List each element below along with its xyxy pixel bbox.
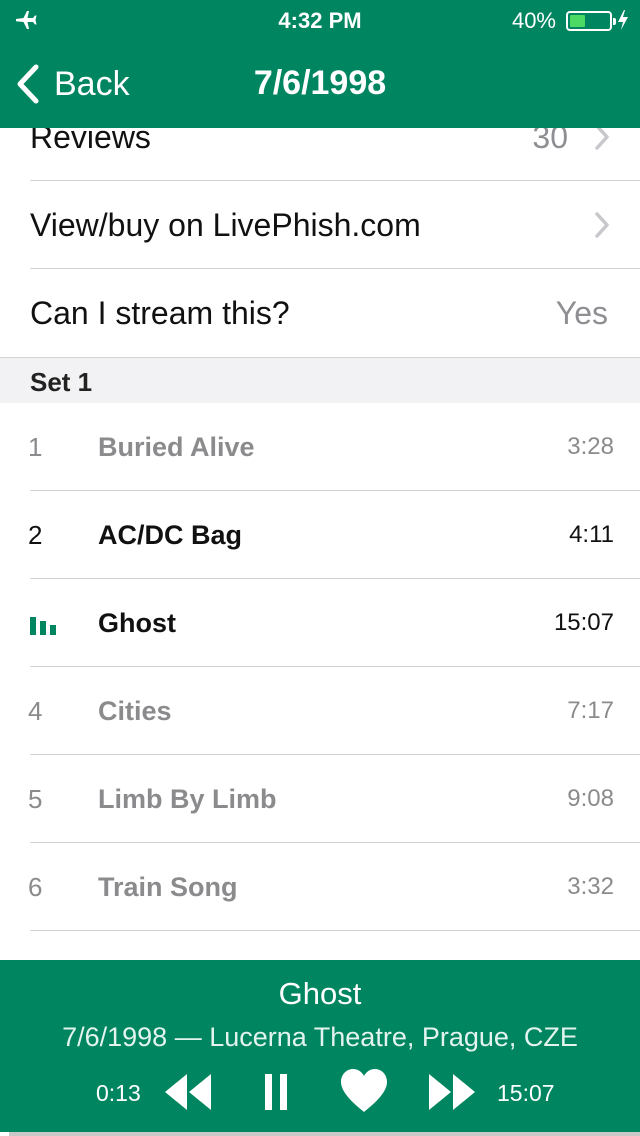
fast-forward-icon	[429, 1074, 475, 1110]
stream-value: Yes	[555, 295, 608, 331]
livephish-row[interactable]: View/buy on LivePhish.com	[0, 181, 640, 269]
track-number: 6	[28, 872, 43, 902]
track-duration: 9:08	[567, 785, 614, 812]
track-number: 1	[28, 432, 43, 462]
track-number: 4	[28, 696, 43, 726]
charging-bolt-icon	[618, 10, 628, 30]
chevron-right-icon	[595, 128, 609, 150]
track-name: Cities	[98, 696, 172, 726]
track-row[interactable]: 1 Buried Alive 3:28	[0, 403, 640, 491]
track-duration: 7:17	[567, 697, 614, 724]
rewind-button[interactable]	[163, 1072, 213, 1112]
track-duration: 15:07	[553, 609, 614, 636]
rewind-icon	[165, 1074, 211, 1110]
reviews-row[interactable]: Reviews 30	[0, 128, 640, 181]
total-time: 15:07	[497, 1080, 555, 1106]
stream-label: Can I stream this?	[30, 295, 290, 331]
track-row-playing[interactable]: Ghost 15:07	[0, 579, 640, 667]
track-name: Train Song	[98, 872, 238, 902]
livephish-label: View/buy on LivePhish.com	[30, 207, 421, 243]
fast-forward-button[interactable]	[427, 1072, 477, 1112]
track-number: 5	[28, 784, 43, 814]
navigation-bar: Back 7/6/1998	[0, 40, 640, 128]
playback-progress-bar[interactable]	[0, 1132, 640, 1136]
track-row[interactable]: 5 Limb By Limb 9:08	[0, 755, 640, 843]
track-name: Ghost	[98, 608, 176, 638]
battery-icon	[566, 11, 616, 31]
chevron-left-icon	[17, 64, 39, 104]
stream-row: Can I stream this? Yes	[0, 269, 640, 357]
back-label: Back	[54, 64, 130, 103]
set-title: Set 1	[30, 367, 93, 397]
track-row[interactable]: 2 AC/DC Bag 4:11	[0, 491, 640, 579]
track-duration: 3:28	[567, 433, 614, 460]
track-name: Buried Alive	[98, 432, 255, 462]
elapsed-time: 0:13	[96, 1080, 141, 1106]
track-name: AC/DC Bag	[98, 520, 243, 550]
pause-icon	[265, 1074, 287, 1110]
track-duration: 4:11	[569, 521, 614, 548]
track-duration: 3:32	[567, 873, 614, 900]
back-button[interactable]: Back	[14, 62, 130, 106]
reviews-label: Reviews	[30, 128, 151, 155]
heart-icon	[341, 1069, 387, 1112]
now-playing-equalizer-icon	[30, 617, 56, 635]
now-playing-bar[interactable]: Ghost 7/6/1998 — Lucerna Theatre, Prague…	[0, 960, 640, 1136]
reviews-count: 30	[532, 128, 568, 155]
now-playing-subtitle: 7/6/1998 — Lucerna Theatre, Prague, CZE	[62, 1022, 578, 1052]
top-bar: 4:32 PM 40% Back 7/6/1998	[0, 0, 640, 128]
chevron-right-icon	[595, 212, 609, 238]
track-row[interactable]: 6 Train Song 3:32	[0, 843, 640, 931]
track-name: Limb By Limb	[98, 784, 277, 814]
track-row[interactable]: 4 Cities 7:17	[0, 667, 640, 755]
track-number: 2	[28, 520, 43, 550]
pause-button[interactable]	[264, 1072, 288, 1112]
battery-percent: 40%	[511, 8, 556, 33]
status-bar: 4:32 PM 40%	[0, 0, 640, 40]
row-divider	[30, 930, 640, 931]
show-detail-list[interactable]: Reviews 30 View/buy on LivePhish.com Can…	[0, 128, 640, 960]
now-playing-title: Ghost	[278, 976, 362, 1011]
set-header: Set 1	[0, 357, 640, 403]
playback-progress-fill	[0, 1132, 10, 1136]
battery-fill	[570, 15, 586, 27]
favorite-button[interactable]	[339, 1068, 389, 1114]
